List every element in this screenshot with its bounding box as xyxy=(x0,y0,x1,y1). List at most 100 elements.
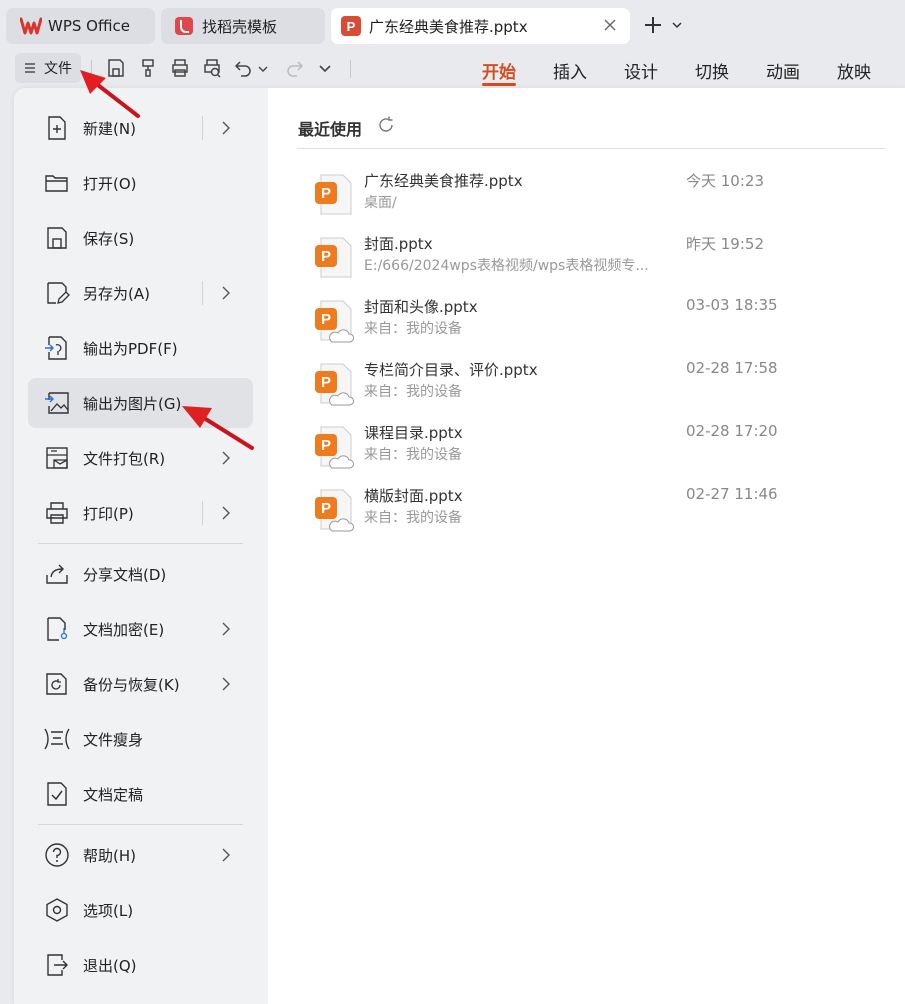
tab-label: 广东经典美食推荐.pptx xyxy=(369,17,528,36)
menu-item-exit[interactable]: 退出(Q) xyxy=(28,940,253,990)
print-icon[interactable] xyxy=(169,57,191,79)
file-name: 课程目录.pptx xyxy=(364,424,463,442)
chevron-down-icon[interactable] xyxy=(671,20,683,30)
ppt-file-icon: P xyxy=(315,237,352,278)
chevron-right-icon[interactable] xyxy=(221,676,231,692)
menu-item-slim[interactable]: 文件瘦身 xyxy=(28,714,253,764)
file-name: 封面.pptx xyxy=(364,235,433,253)
menu-item-finalize[interactable]: 文档定稿 xyxy=(28,769,253,819)
encrypt-icon xyxy=(47,617,68,641)
ribbon-tab-animation[interactable]: 动画 xyxy=(766,58,800,83)
menu-item-export-image[interactable]: 输出为图片(G) xyxy=(28,378,253,428)
print-preview-icon[interactable] xyxy=(201,57,223,79)
menu-divider xyxy=(38,543,243,544)
exit-icon xyxy=(47,954,68,976)
undo-dropdown-icon[interactable] xyxy=(256,57,270,79)
menu-item-label: 分享文档(D) xyxy=(83,566,167,584)
new-file-icon xyxy=(48,116,66,140)
menu-item-print[interactable]: 打印(P) xyxy=(28,488,253,538)
redo-icon xyxy=(287,61,304,77)
more-chevron-icon[interactable] xyxy=(314,57,336,79)
menu-item-label: 选项(L) xyxy=(83,902,134,920)
recent-file-row[interactable]: P 封面和头像.pptx 来自：我的设备 03-03 18:35 xyxy=(298,296,888,354)
ppt-file-icon: P xyxy=(315,174,352,215)
chevron-right-icon[interactable] xyxy=(221,621,231,637)
menu-item-export-pdf[interactable]: 输出为PDF(F) xyxy=(28,323,253,373)
chevron-right-icon[interactable] xyxy=(221,450,231,466)
ppt-cloud-file-icon: P xyxy=(315,363,354,406)
menu-divider xyxy=(38,824,243,825)
tab-wps-office[interactable]: WPS Office xyxy=(6,8,155,44)
ribbon-tab-home[interactable]: 开始 xyxy=(482,58,516,83)
save-icon[interactable] xyxy=(105,57,127,79)
svg-text:P: P xyxy=(321,185,331,202)
export-pdf-icon xyxy=(45,336,67,360)
svg-text:P: P xyxy=(321,500,331,517)
menu-item-label: 输出为图片(G) xyxy=(83,395,182,413)
file-time: 02-27 11:46 xyxy=(686,485,778,503)
finalize-icon xyxy=(47,782,67,806)
undo-icon[interactable] xyxy=(233,57,255,79)
menu-item-label: 帮助(H) xyxy=(83,847,136,865)
ribbon-tab-transition[interactable]: 切换 xyxy=(695,58,729,83)
menu-item-save[interactable]: 保存(S) xyxy=(28,213,253,263)
tab-document[interactable]: P 广东经典美食推荐.pptx xyxy=(331,8,630,44)
ppt-cloud-file-icon: P xyxy=(315,489,354,532)
ribbon-tab-slideshow[interactable]: 放映 xyxy=(837,58,871,83)
chevron-right-icon[interactable] xyxy=(221,120,231,136)
divider xyxy=(297,148,885,149)
file-path: E:/666/2024wps表格视频/wps表格视频专... xyxy=(364,258,649,274)
chevron-right-icon[interactable] xyxy=(221,505,231,521)
refresh-icon[interactable] xyxy=(376,115,396,135)
recent-title: 最近使用 xyxy=(298,120,363,139)
file-path: 来自：我的设备 xyxy=(364,321,462,337)
menu-item-label: 文件瘦身 xyxy=(83,731,144,749)
recent-file-row[interactable]: P 专栏简介目录、评价.pptx 来自：我的设备 02-28 17:58 xyxy=(298,359,888,417)
new-tab-plus-icon[interactable] xyxy=(642,14,664,36)
menu-item-label: 备份与恢复(K) xyxy=(83,676,180,694)
menu-item-encrypt[interactable]: 文档加密(E) xyxy=(28,604,253,654)
save-as-icon xyxy=(47,282,70,304)
menu-item-help[interactable]: 帮助(H) xyxy=(28,830,253,880)
tab-templates[interactable]: 找稻壳模板 xyxy=(161,8,325,44)
ppt-file-icon: P xyxy=(341,16,361,36)
file-path: 来自：我的设备 xyxy=(364,510,462,526)
ppt-cloud-file-icon: P xyxy=(315,426,354,469)
format-painter-icon[interactable] xyxy=(137,57,159,79)
menu-item-label: 文档定稿 xyxy=(83,786,144,804)
folder-open-icon xyxy=(45,175,68,192)
file-menu-button[interactable]: 文件 xyxy=(15,53,81,83)
file-name: 广东经典美食推荐.pptx xyxy=(364,172,523,190)
menu-item-label: 退出(Q) xyxy=(83,957,137,975)
file-name: 横版封面.pptx xyxy=(364,487,463,505)
file-time: 昨天 19:52 xyxy=(686,235,764,253)
menu-item-new[interactable]: 新建(N) xyxy=(28,103,253,153)
recent-file-row[interactable]: P 广东经典美食推荐.pptx 桌面/ 今天 10:23 xyxy=(298,170,888,228)
svg-text:P: P xyxy=(321,437,331,454)
share-icon xyxy=(46,564,68,584)
menu-item-label: 打开(O) xyxy=(83,175,137,193)
chevron-right-icon[interactable] xyxy=(221,285,231,301)
toolbar: 文件 开始 插入 设计 切换 动画 放映 xyxy=(0,50,905,88)
ppt-cloud-file-icon: P xyxy=(315,300,354,343)
menu-item-save-as[interactable]: 另存为(A) xyxy=(28,268,253,318)
recent-file-row[interactable]: P 课程目录.pptx 来自：我的设备 02-28 17:20 xyxy=(298,422,888,480)
close-icon[interactable] xyxy=(602,17,618,33)
ribbon-tab-design[interactable]: 设计 xyxy=(624,58,658,83)
ribbon-tab-insert[interactable]: 插入 xyxy=(553,58,587,83)
chevron-right-icon[interactable] xyxy=(221,847,231,863)
menu-item-share[interactable]: 分享文档(D) xyxy=(28,549,253,599)
recent-file-row[interactable]: P 横版封面.pptx 来自：我的设备 02-27 11:46 xyxy=(298,485,888,543)
divider xyxy=(202,501,203,525)
package-icon xyxy=(46,447,68,469)
menu-item-backup[interactable]: 备份与恢复(K) xyxy=(28,659,253,709)
menu-item-label: 打印(P) xyxy=(83,505,134,523)
file-time: 今天 10:23 xyxy=(686,172,764,190)
menu-item-label: 另存为(A) xyxy=(83,285,150,303)
help-icon xyxy=(45,843,69,867)
recent-file-row[interactable]: P 封面.pptx E:/666/2024wps表格视频/wps表格视频专...… xyxy=(298,233,888,291)
file-name: 专栏简介目录、评价.pptx xyxy=(364,361,538,379)
menu-item-package[interactable]: 文件打包(R) xyxy=(28,433,253,483)
menu-item-open[interactable]: 打开(O) xyxy=(28,158,253,208)
menu-item-options[interactable]: 选项(L) xyxy=(28,885,253,935)
